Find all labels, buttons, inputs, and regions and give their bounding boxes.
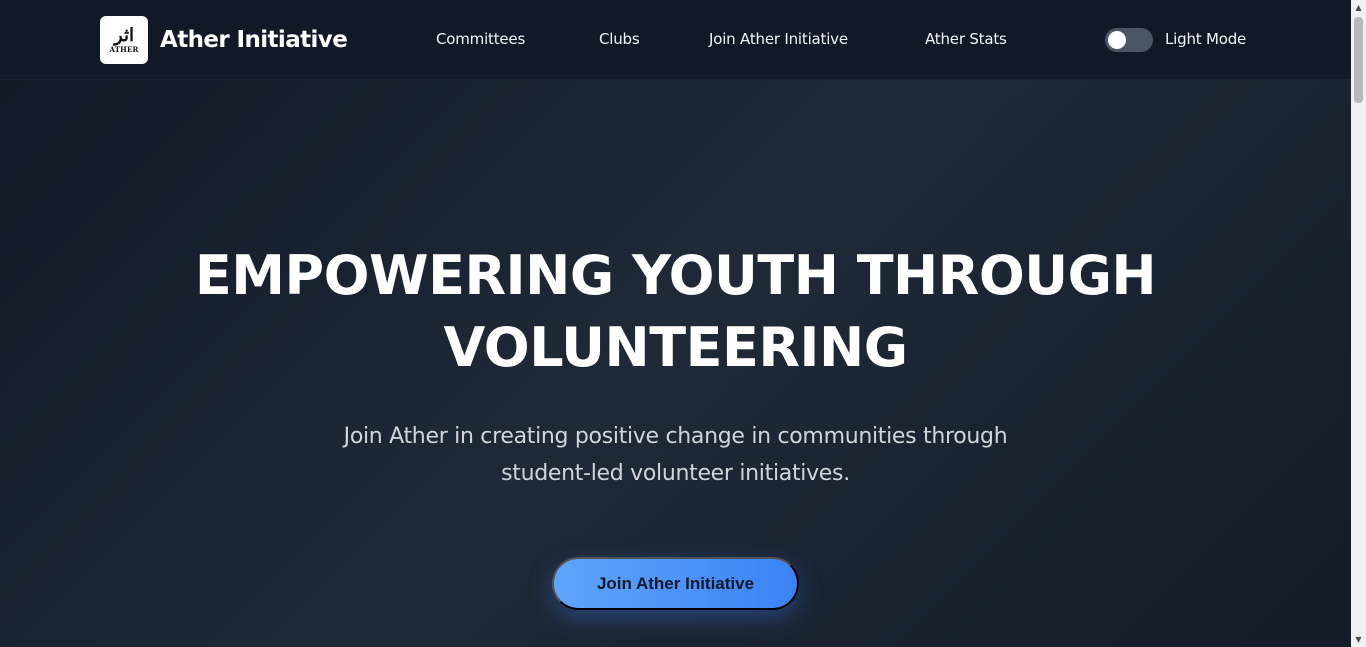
toggle-knob <box>1108 31 1126 49</box>
hero-subtitle-line-2: student-led volunteer initiatives. <box>501 461 850 486</box>
nav-link-committees[interactable]: Committees <box>436 30 525 48</box>
hero-title-line-2: VOLUNTEERING <box>443 316 908 379</box>
join-initiative-button[interactable]: Join Ather Initiative <box>552 557 799 610</box>
brand-name[interactable]: Ather Initiative <box>160 27 348 53</box>
nav-link-stats[interactable]: Ather Stats <box>925 30 1007 48</box>
scroll-up-icon[interactable]: ▲ <box>1351 0 1366 15</box>
logo-arabic-glyph: اثر <box>114 24 134 46</box>
theme-toggle-label[interactable]: Light Mode <box>1165 30 1246 48</box>
hero-subtitle: Join Ather in creating positive change i… <box>0 418 1351 492</box>
ather-logo: اثر ATHER <box>100 16 148 64</box>
page: اثر ATHER Ather Initiative Committees Cl… <box>0 0 1351 647</box>
navbar: اثر ATHER Ather Initiative Committees Cl… <box>0 0 1351 80</box>
nav-link-join[interactable]: Join Ather Initiative <box>709 30 848 48</box>
hero-title-line-1: EMPOWERING YOUTH THROUGH <box>194 244 1157 307</box>
vertical-scrollbar[interactable]: ▲ ▼ <box>1351 0 1366 647</box>
scroll-thumb[interactable] <box>1354 17 1363 103</box>
logo-word: ATHER <box>109 44 139 54</box>
theme-toggle-switch[interactable] <box>1105 28 1153 52</box>
hero-title: EMPOWERING YOUTH THROUGH VOLUNTEERING <box>0 240 1351 384</box>
brand[interactable]: اثر ATHER Ather Initiative <box>100 16 348 64</box>
nav-link-clubs[interactable]: Clubs <box>599 30 640 48</box>
hero-subtitle-line-1: Join Ather in creating positive change i… <box>343 424 1008 449</box>
scroll-down-icon[interactable]: ▼ <box>1351 632 1366 647</box>
